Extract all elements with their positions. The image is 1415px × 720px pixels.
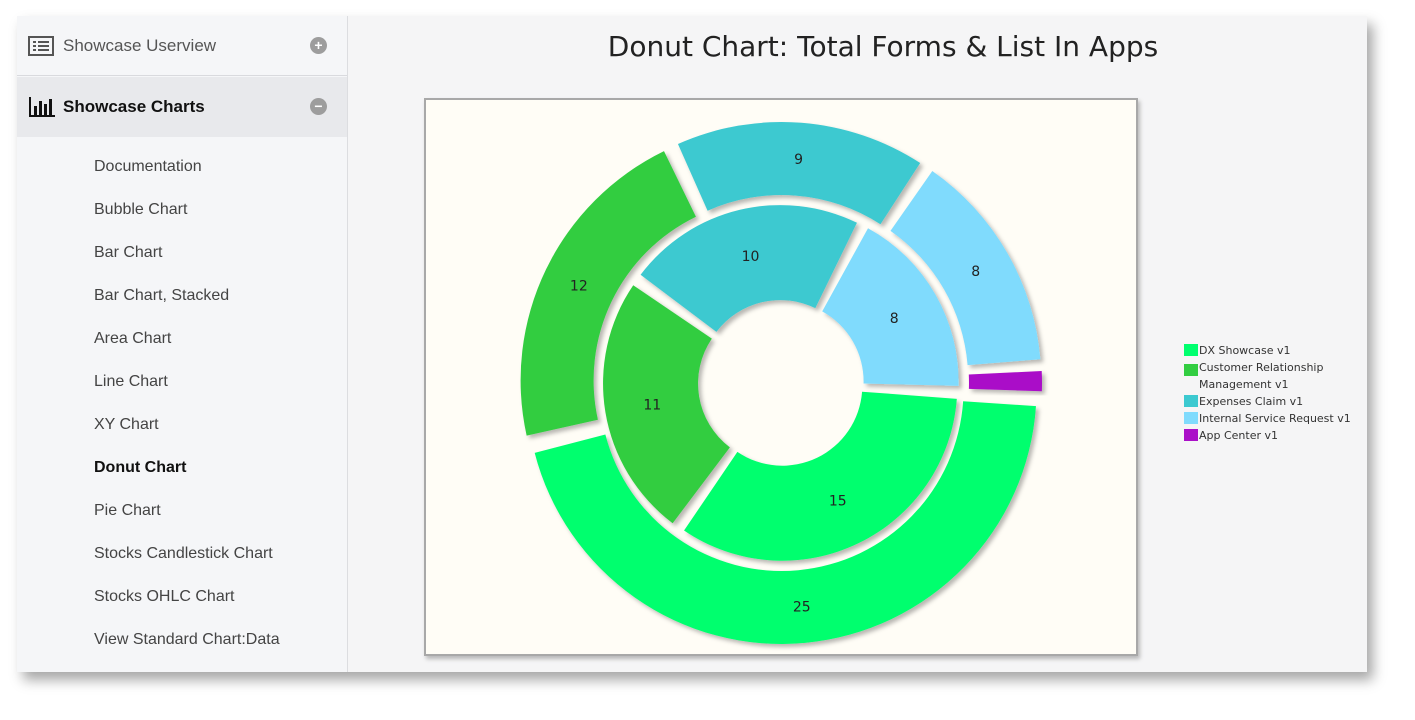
- legend-swatch: [1184, 429, 1198, 441]
- sidebar-item-line-chart[interactable]: Line Chart: [94, 373, 168, 391]
- plot-area: 15 11 10 8 25 12 9 8: [424, 98, 1138, 656]
- sidebar-item-pie-chart[interactable]: Pie Chart: [94, 502, 161, 520]
- legend-item: Customer Relationship Management v1: [1184, 359, 1364, 393]
- slice-value-label: 15: [829, 494, 847, 510]
- slice-value-label: 8: [971, 264, 980, 280]
- chart-title: Donut Chart: Total Forms & List In Apps: [607, 30, 1159, 63]
- sidebar-item-view-standard-chart-data[interactable]: View Standard Chart:Data: [94, 631, 280, 649]
- legend-item: Expenses Claim v1: [1184, 393, 1364, 410]
- sidebar: Showcase Userview + Showcase Charts − Do…: [17, 16, 348, 672]
- bar-chart-icon: [29, 97, 55, 117]
- sidebar-item-area-chart[interactable]: Area Chart: [94, 330, 171, 348]
- slice-value-label: 25: [793, 600, 811, 616]
- slice-value-label: 11: [643, 397, 661, 413]
- donut-chart: 15 11 10 8 25 12 9 8: [520, 122, 1042, 644]
- sidebar-item-bubble-chart[interactable]: Bubble Chart: [94, 201, 187, 219]
- legend-item: Internal Service Request v1: [1184, 410, 1364, 427]
- outer-ring-slice: [968, 371, 1042, 392]
- legend-label: DX Showcase v1: [1199, 344, 1291, 357]
- sidebar-item-bar-chart-stacked[interactable]: Bar Chart, Stacked: [94, 287, 229, 305]
- expand-icon[interactable]: +: [310, 37, 327, 54]
- menu-group-label: Showcase Userview: [63, 35, 217, 55]
- list-icon: [28, 35, 54, 56]
- menu-group-showcase-userview[interactable]: Showcase Userview +: [17, 16, 347, 76]
- legend-swatch: [1184, 364, 1198, 376]
- legend-swatch: [1184, 412, 1198, 424]
- menu-group-label: Showcase Charts: [63, 97, 205, 116]
- collapse-icon[interactable]: −: [310, 98, 327, 115]
- slice-value-label: 9: [794, 152, 803, 168]
- slice-value-label: 8: [890, 311, 899, 327]
- legend-swatch: [1184, 395, 1198, 407]
- sidebar-item-donut-chart[interactable]: Donut Chart: [94, 459, 186, 477]
- menu-group-showcase-charts[interactable]: Showcase Charts −: [17, 77, 347, 137]
- legend-label: Expenses Claim v1: [1199, 395, 1304, 408]
- legend-label: Customer Relationship Management v1: [1199, 361, 1324, 391]
- main-content: Donut Chart: Total Forms & List In Apps …: [348, 16, 1367, 672]
- legend-swatch: [1184, 344, 1198, 356]
- slice-value-label: 12: [570, 278, 588, 294]
- app-window: Showcase Userview + Showcase Charts − Do…: [17, 16, 1367, 672]
- sidebar-item-bar-chart[interactable]: Bar Chart: [94, 244, 162, 262]
- slice-value-label: 10: [742, 249, 760, 265]
- sidebar-item-stocks-candlestick-chart[interactable]: Stocks Candlestick Chart: [94, 545, 273, 563]
- legend-item: DX Showcase v1: [1184, 342, 1364, 359]
- sidebar-item-stocks-ohlc-chart[interactable]: Stocks OHLC Chart: [94, 588, 234, 606]
- legend-item: App Center v1: [1184, 427, 1364, 444]
- sidebar-item-documentation[interactable]: Documentation: [94, 158, 202, 176]
- chart-legend: DX Showcase v1 Customer Relationship Man…: [1184, 342, 1364, 444]
- sidebar-item-xy-chart[interactable]: XY Chart: [94, 416, 159, 434]
- legend-label: Internal Service Request v1: [1199, 412, 1351, 425]
- legend-label: App Center v1: [1199, 429, 1279, 442]
